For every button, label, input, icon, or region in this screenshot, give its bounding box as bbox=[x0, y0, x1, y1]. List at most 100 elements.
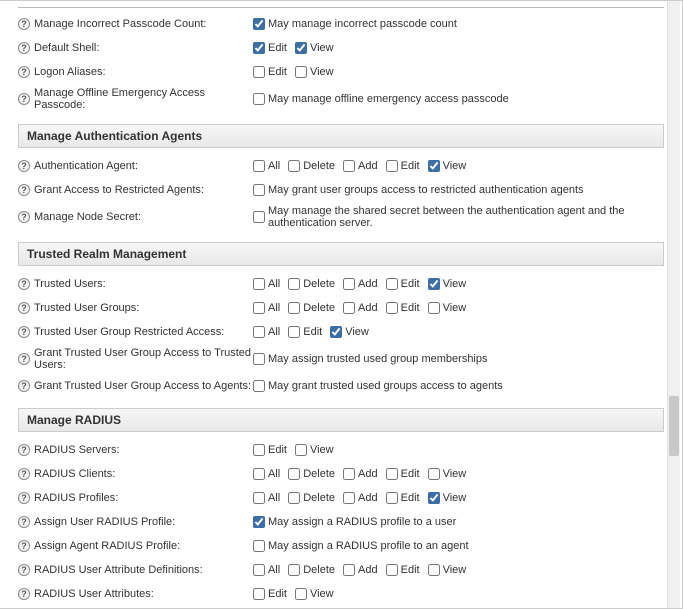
checkbox-view[interactable]: View bbox=[295, 444, 334, 456]
checkbox-delete[interactable]: Delete bbox=[288, 302, 335, 314]
checkbox-input[interactable] bbox=[253, 93, 265, 105]
checkbox-input[interactable] bbox=[253, 160, 265, 172]
checkbox-input[interactable] bbox=[253, 353, 265, 365]
checkbox-delete[interactable]: Delete bbox=[288, 278, 335, 290]
checkbox-view[interactable]: View bbox=[330, 326, 369, 338]
checkbox-input[interactable] bbox=[288, 302, 300, 314]
checkbox-all[interactable]: All bbox=[253, 160, 280, 172]
checkbox-input[interactable] bbox=[343, 492, 355, 504]
checkbox-input[interactable] bbox=[253, 302, 265, 314]
checkbox-edit[interactable]: Edit bbox=[386, 492, 420, 504]
checkbox-input[interactable] bbox=[288, 326, 300, 338]
checkbox-input[interactable] bbox=[253, 326, 265, 338]
help-icon[interactable]: ? bbox=[18, 302, 30, 314]
checkbox-input[interactable] bbox=[428, 278, 440, 290]
checkbox-add[interactable]: Add bbox=[343, 160, 378, 172]
checkbox-input[interactable] bbox=[428, 160, 440, 172]
checkbox-input[interactable] bbox=[253, 564, 265, 576]
checkbox-delete[interactable]: Delete bbox=[288, 468, 335, 480]
checkbox-delete[interactable]: Delete bbox=[288, 492, 335, 504]
checkbox-input[interactable] bbox=[386, 492, 398, 504]
help-icon[interactable]: ? bbox=[18, 588, 30, 600]
checkbox-input[interactable] bbox=[253, 211, 265, 223]
checkbox-input[interactable] bbox=[253, 588, 265, 600]
checkbox-add[interactable]: Add bbox=[343, 468, 378, 480]
checkbox-view[interactable]: View bbox=[295, 66, 334, 78]
checkbox-may-assign-a-radius-profile-to-an-agent[interactable]: May assign a RADIUS profile to an agent bbox=[253, 540, 469, 552]
checkbox-input[interactable] bbox=[428, 302, 440, 314]
checkbox-input[interactable] bbox=[253, 42, 265, 54]
help-icon[interactable]: ? bbox=[18, 492, 30, 504]
checkbox-input[interactable] bbox=[330, 326, 342, 338]
help-icon[interactable]: ? bbox=[18, 564, 30, 576]
help-icon[interactable]: ? bbox=[18, 160, 30, 172]
checkbox-delete[interactable]: Delete bbox=[288, 564, 335, 576]
checkbox-input[interactable] bbox=[343, 278, 355, 290]
checkbox-input[interactable] bbox=[295, 444, 307, 456]
checkbox-input[interactable] bbox=[253, 468, 265, 480]
help-icon[interactable]: ? bbox=[18, 93, 30, 105]
checkbox-add[interactable]: Add bbox=[343, 492, 378, 504]
checkbox-input[interactable] bbox=[386, 278, 398, 290]
checkbox-input[interactable] bbox=[288, 160, 300, 172]
checkbox-may-manage-incorrect-passcode-count[interactable]: May manage incorrect passcode count bbox=[253, 18, 457, 30]
checkbox-add[interactable]: Add bbox=[343, 564, 378, 576]
checkbox-input[interactable] bbox=[253, 444, 265, 456]
checkbox-input[interactable] bbox=[288, 278, 300, 290]
checkbox-edit[interactable]: Edit bbox=[253, 588, 287, 600]
checkbox-view[interactable]: View bbox=[295, 42, 334, 54]
checkbox-view[interactable]: View bbox=[295, 588, 334, 600]
checkbox-view[interactable]: View bbox=[428, 278, 467, 290]
checkbox-all[interactable]: All bbox=[253, 564, 280, 576]
checkbox-input[interactable] bbox=[428, 468, 440, 480]
checkbox-edit[interactable]: Edit bbox=[386, 564, 420, 576]
help-icon[interactable]: ? bbox=[18, 516, 30, 528]
checkbox-add[interactable]: Add bbox=[343, 302, 378, 314]
checkbox-input[interactable] bbox=[253, 278, 265, 290]
checkbox-edit[interactable]: Edit bbox=[253, 66, 287, 78]
checkbox-input[interactable] bbox=[343, 564, 355, 576]
checkbox-edit[interactable]: Edit bbox=[386, 278, 420, 290]
checkbox-input[interactable] bbox=[428, 564, 440, 576]
checkbox-input[interactable] bbox=[253, 380, 265, 392]
checkbox-input[interactable] bbox=[295, 42, 307, 54]
vertical-scrollbar[interactable] bbox=[667, 1, 680, 609]
checkbox-input[interactable] bbox=[343, 160, 355, 172]
checkbox-input[interactable] bbox=[295, 588, 307, 600]
checkbox-input[interactable] bbox=[386, 468, 398, 480]
checkbox-view[interactable]: View bbox=[428, 302, 467, 314]
help-icon[interactable]: ? bbox=[18, 540, 30, 552]
checkbox-may-grant-user-groups-access-to-restricted-authentication-agents[interactable]: May grant user groups access to restrict… bbox=[253, 184, 584, 196]
checkbox-edit[interactable]: Edit bbox=[386, 160, 420, 172]
checkbox-may-grant-trusted-used-groups-access-to-agents[interactable]: May grant trusted used groups access to … bbox=[253, 380, 503, 392]
checkbox-input[interactable] bbox=[295, 66, 307, 78]
checkbox-input[interactable] bbox=[386, 302, 398, 314]
checkbox-input[interactable] bbox=[343, 302, 355, 314]
help-icon[interactable]: ? bbox=[18, 468, 30, 480]
checkbox-delete[interactable]: Delete bbox=[288, 160, 335, 172]
checkbox-view[interactable]: View bbox=[428, 160, 467, 172]
checkbox-view[interactable]: View bbox=[428, 468, 467, 480]
help-icon[interactable]: ? bbox=[18, 278, 30, 290]
checkbox-all[interactable]: All bbox=[253, 492, 280, 504]
checkbox-input[interactable] bbox=[288, 468, 300, 480]
checkbox-view[interactable]: View bbox=[428, 492, 467, 504]
checkbox-input[interactable] bbox=[253, 18, 265, 30]
checkbox-edit[interactable]: Edit bbox=[386, 302, 420, 314]
help-icon[interactable]: ? bbox=[18, 42, 30, 54]
checkbox-edit[interactable]: Edit bbox=[386, 468, 420, 480]
help-icon[interactable]: ? bbox=[18, 353, 30, 365]
checkbox-input[interactable] bbox=[253, 66, 265, 78]
checkbox-input[interactable] bbox=[288, 564, 300, 576]
checkbox-may-manage-the-shared-secret-between-the-authentication-agent-and-the-authentication-server[interactable]: May manage the shared secret between the… bbox=[253, 205, 664, 229]
checkbox-all[interactable]: All bbox=[253, 326, 280, 338]
checkbox-input[interactable] bbox=[253, 516, 265, 528]
checkbox-input[interactable] bbox=[343, 468, 355, 480]
checkbox-may-assign-trusted-used-group-memberships[interactable]: May assign trusted used group membership… bbox=[253, 353, 488, 365]
checkbox-input[interactable] bbox=[253, 540, 265, 552]
checkbox-input[interactable] bbox=[253, 492, 265, 504]
help-icon[interactable]: ? bbox=[18, 18, 30, 30]
help-icon[interactable]: ? bbox=[18, 184, 30, 196]
checkbox-edit[interactable]: Edit bbox=[253, 42, 287, 54]
checkbox-input[interactable] bbox=[288, 492, 300, 504]
